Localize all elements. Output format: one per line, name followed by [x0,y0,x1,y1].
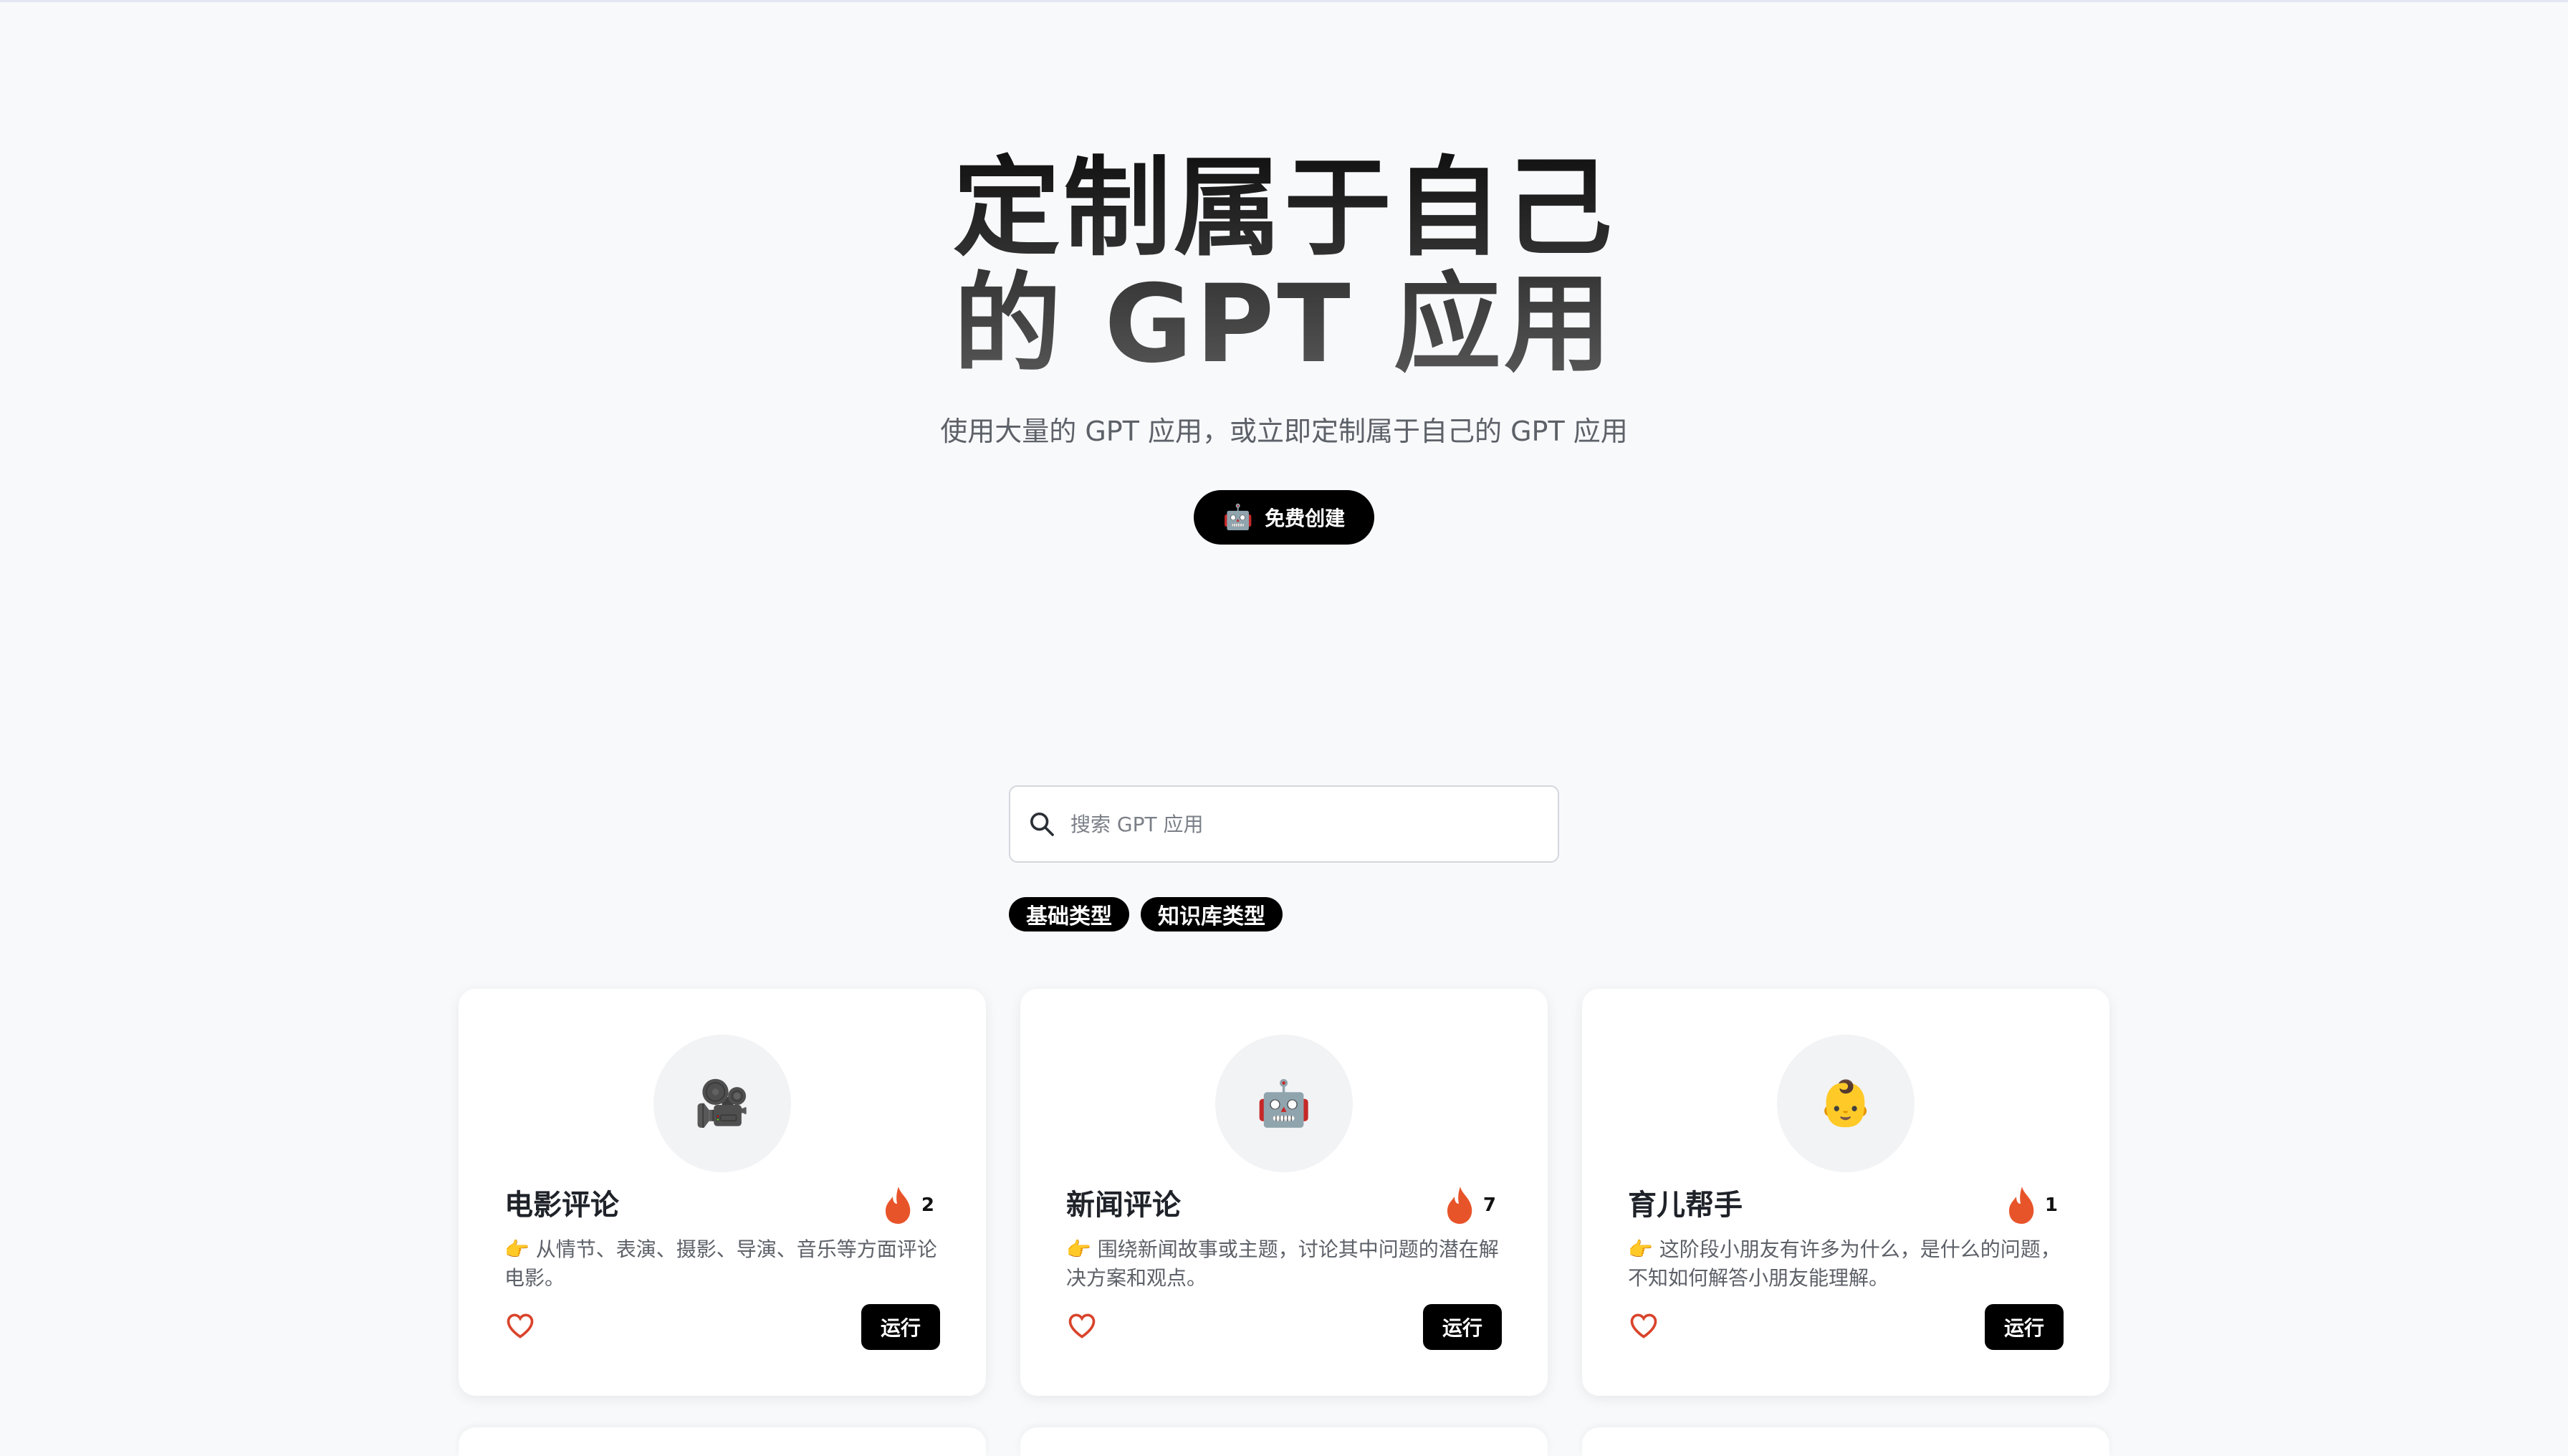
hero-title-line1: 定制属于自己 [952,146,1615,271]
card-description: 👉 这阶段小朋友有许多为什么，是什么的问题，不知如何解答小朋友能理解。 [1628,1237,2061,1290]
free-create-label: 免费创建 [1265,507,1346,530]
baby-icon: 👶 [1777,1035,1915,1172]
hot-count: 1 [2044,1194,2058,1216]
next-card-edge [459,1427,986,1456]
next-card-edge [1582,1427,2109,1456]
app-card-parenting-helper[interactable]: 👶 育儿帮手 1 👉 这阶段小朋友有许多为什么，是什么的问题，不知如何解答小朋友… [1582,989,2109,1396]
run-button[interactable]: 运行 [1985,1304,2064,1350]
hot-badge: 1 [2006,1184,2058,1227]
free-create-button[interactable]: 🤖 免费创建 [1194,490,1374,545]
hot-count: 2 [921,1194,934,1216]
hot-count: 7 [1482,1194,1496,1216]
card-description: 👉 围绕新闻故事或主题，讨论其中问题的潜在解决方案和观点。 [1066,1237,1499,1290]
next-card-edge [1020,1427,1548,1456]
top-divider [0,0,2568,2]
search-input[interactable] [1069,811,1530,837]
card-title: 新闻评论 [1066,1189,1181,1222]
fire-icon [885,1187,911,1224]
hero-subtitle: 使用大量的 GPT 应用，或立即定制属于自己的 GPT 应用 [940,416,1628,447]
run-button[interactable]: 运行 [1423,1304,1502,1350]
robot-icon: 🤖 [1222,503,1254,532]
search-icon [1030,813,1054,836]
movie-camera-icon: 🎥 [653,1035,791,1172]
hero-title: 定制属于自己 的 GPT 应用 [0,150,2568,383]
hot-badge: 2 [883,1184,934,1227]
app-card-news-review[interactable]: 🤖 新闻评论 7 👉 围绕新闻故事或主题，讨论其中问题的潜在解决方案和观点。 运… [1020,989,1548,1396]
fire-icon [2008,1187,2034,1224]
hot-badge: 7 [1444,1184,1496,1227]
app-card-grid: 🎥 电影评论 2 👉 从情节、表演、摄影、导演、音乐等方面评论电影。 运行 🤖 … [459,989,2109,1396]
heart-icon[interactable] [1628,1310,1659,1341]
heart-icon[interactable] [1066,1310,1098,1341]
run-button[interactable]: 运行 [861,1304,940,1350]
hero-section: 定制属于自己 的 GPT 应用 使用大量的 GPT 应用，或立即定制属于自己的 … [0,150,2568,449]
card-description: 👉 从情节、表演、摄影、导演、音乐等方面评论电影。 [504,1237,937,1290]
category-filters: 基础类型 知识库类型 [1009,897,1283,931]
heart-icon[interactable] [504,1310,536,1341]
filter-knowledge-base-type[interactable]: 知识库类型 [1141,897,1283,931]
card-title: 电影评论 [504,1189,619,1222]
robot-icon: 🤖 [1215,1035,1353,1172]
search-box[interactable] [1009,785,1559,863]
hero-title-line2: 的 GPT 应用 [954,262,1614,387]
app-card-movie-review[interactable]: 🎥 电影评论 2 👉 从情节、表演、摄影、导演、音乐等方面评论电影。 运行 [459,989,986,1396]
fire-icon [1447,1187,1472,1224]
filter-basic-type[interactable]: 基础类型 [1009,897,1129,931]
card-title: 育儿帮手 [1628,1189,1743,1222]
